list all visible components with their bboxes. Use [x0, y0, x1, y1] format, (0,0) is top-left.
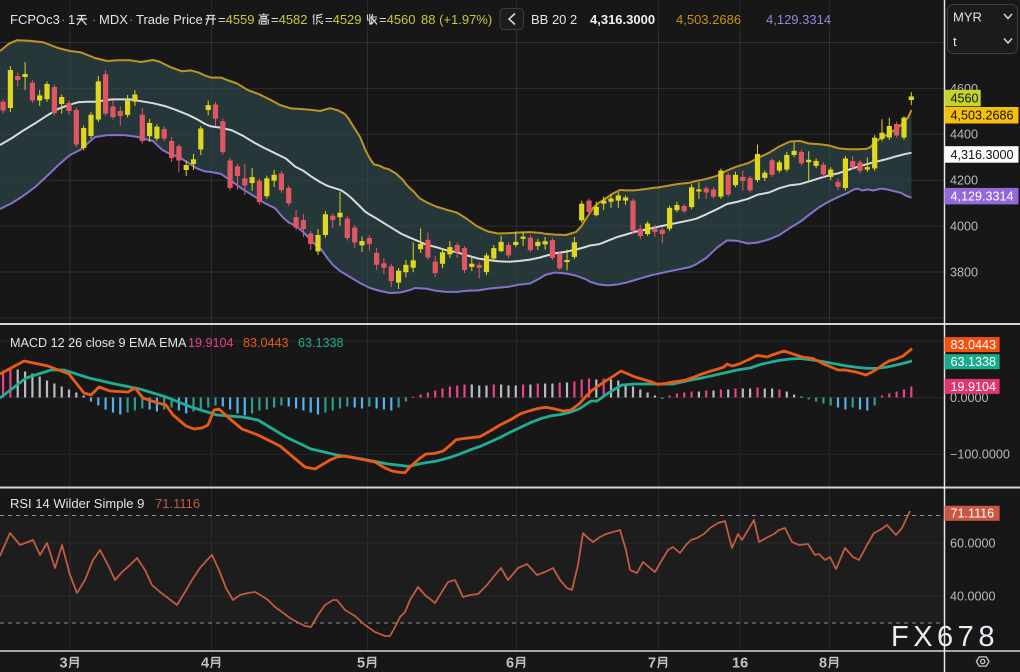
svg-text:BB 20 2: BB 20 2 — [531, 12, 577, 27]
svg-text:5: 5 — [357, 656, 365, 672]
svg-text:·: · — [92, 12, 96, 27]
svg-text:4,129.3314: 4,129.3314 — [766, 12, 831, 27]
svg-text:·: · — [129, 12, 133, 27]
svg-text:FCPOc3: FCPOc3 — [10, 12, 60, 27]
svg-text:7: 7 — [648, 656, 656, 672]
svg-text:4400: 4400 — [950, 128, 978, 142]
svg-text:1: 1 — [68, 12, 75, 27]
svg-text:4,316.3000: 4,316.3000 — [951, 148, 1014, 162]
svg-text:FX678: FX678 — [891, 621, 999, 653]
svg-text:3: 3 — [60, 656, 68, 672]
svg-text:·: · — [61, 12, 65, 27]
svg-text:=4529: =4529 — [325, 12, 362, 27]
svg-text:4: 4 — [201, 656, 209, 672]
svg-text:19.9104: 19.9104 — [951, 380, 997, 394]
svg-text:4,316.3000: 4,316.3000 — [590, 12, 655, 27]
svg-text:88 (+1.97%): 88 (+1.97%) — [421, 12, 492, 27]
svg-text:19.9104: 19.9104 — [188, 336, 234, 350]
svg-text:MYR: MYR — [953, 10, 982, 25]
svg-text:t: t — [953, 34, 957, 49]
svg-text:4200: 4200 — [950, 174, 978, 188]
svg-text:4,129.3314: 4,129.3314 — [951, 190, 1014, 204]
svg-text:71.1116: 71.1116 — [155, 496, 200, 511]
svg-text:4000: 4000 — [950, 220, 978, 234]
svg-text:8: 8 — [819, 656, 827, 672]
svg-text:63.1338: 63.1338 — [298, 336, 344, 350]
svg-text:16: 16 — [732, 656, 748, 672]
svg-text:=4582: =4582 — [271, 12, 308, 27]
svg-text:MDX: MDX — [99, 12, 128, 27]
svg-text:RSI 14 Wilder Simple 9: RSI 14 Wilder Simple 9 — [10, 496, 144, 511]
svg-text:MACD 12 26 close 9 EMA EMA: MACD 12 26 close 9 EMA EMA — [10, 336, 187, 350]
svg-text:83.0443: 83.0443 — [243, 336, 289, 350]
svg-text:−100.0000: −100.0000 — [950, 448, 1010, 462]
svg-text:=4560: =4560 — [379, 12, 416, 27]
svg-text:6: 6 — [506, 656, 514, 672]
svg-text:63.1338: 63.1338 — [951, 355, 997, 369]
svg-text:=4559: =4559 — [218, 12, 255, 27]
svg-text:4,503.2686: 4,503.2686 — [951, 109, 1014, 123]
svg-text:3800: 3800 — [950, 265, 978, 279]
svg-text:60.0000: 60.0000 — [950, 536, 996, 550]
svg-text:4560: 4560 — [951, 91, 979, 105]
svg-text:83.0443: 83.0443 — [951, 338, 997, 352]
svg-text:4,503.2686: 4,503.2686 — [676, 12, 741, 27]
svg-text:40.0000: 40.0000 — [950, 590, 996, 604]
svg-text:Trade Price: Trade Price — [136, 12, 203, 27]
svg-text:71.1116: 71.1116 — [951, 507, 995, 521]
